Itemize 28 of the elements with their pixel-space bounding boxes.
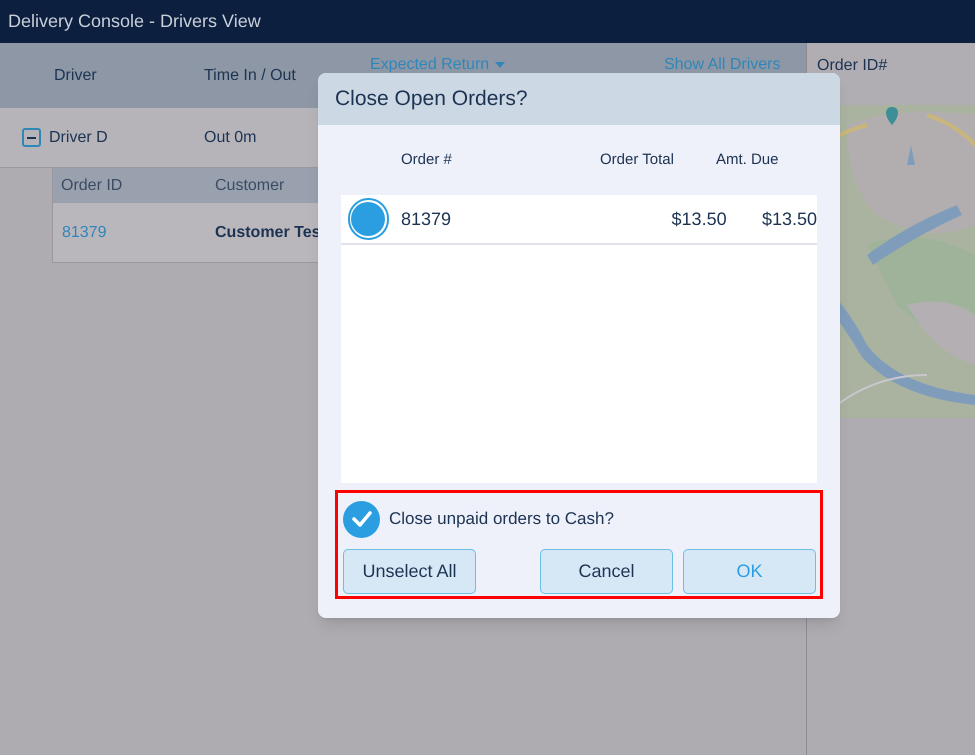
collapse-icon[interactable] bbox=[22, 128, 41, 147]
dialog-button[interactable]: OK bbox=[683, 549, 816, 594]
column-header: Amt. Due bbox=[716, 150, 778, 170]
checkmark-icon bbox=[352, 511, 372, 527]
window-title: Delivery Console - Drivers View bbox=[8, 10, 261, 33]
panel-title: Order ID# bbox=[817, 57, 888, 74]
order-id-link[interactable]: 81379 bbox=[53, 220, 215, 244]
order-total: $13.50 bbox=[670, 208, 727, 230]
column-header: Driver bbox=[54, 66, 97, 86]
order-number: 81379 bbox=[400, 208, 452, 230]
checkbox[interactable] bbox=[343, 500, 380, 538]
checkbox-label: Close unpaid orders to Cash? bbox=[389, 508, 614, 530]
amount-due: $13.50 bbox=[760, 208, 817, 230]
dialog-button[interactable]: Unselect All bbox=[343, 549, 476, 594]
dialog-title: Close Open Orders? bbox=[335, 86, 528, 112]
column-header: Order Total bbox=[600, 150, 674, 170]
column-header: Time In / Out bbox=[204, 66, 296, 86]
column-header: Customer bbox=[215, 176, 284, 196]
radio-button[interactable] bbox=[348, 198, 389, 240]
driver-name: Driver D bbox=[49, 128, 108, 148]
time-in-out: Out 0m bbox=[204, 128, 256, 148]
column-header[interactable]: Expected Return bbox=[370, 53, 490, 77]
column-header: Order # bbox=[401, 150, 453, 170]
caret-icon bbox=[495, 62, 506, 68]
order-row[interactable]: 81379 $13.50 $13.50 bbox=[341, 195, 817, 245]
column-header: Order ID bbox=[60, 176, 124, 196]
show-all-drivers-link[interactable]: Show All Drivers bbox=[664, 53, 780, 77]
dialog-button[interactable]: Cancel bbox=[540, 549, 673, 594]
